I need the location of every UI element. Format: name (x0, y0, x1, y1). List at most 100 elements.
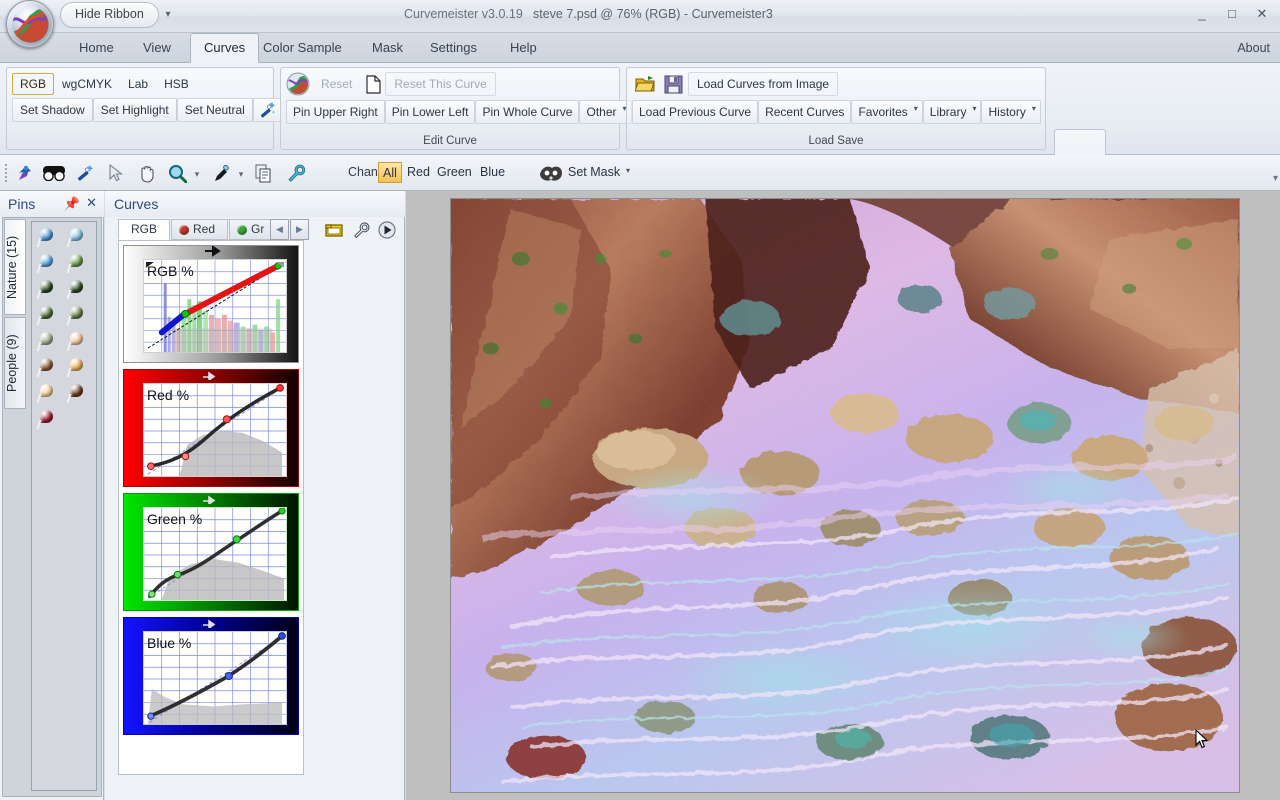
set-shadow-button[interactable]: Set Shadow (12, 98, 93, 122)
colorspace-lab-button[interactable]: Lab (120, 73, 156, 95)
reset-this-curve-button[interactable]: Reset This Curve (385, 72, 496, 96)
arrow-cursor-icon (1195, 729, 1209, 749)
set-mask-button[interactable]: Set Mask (568, 165, 620, 179)
chevron-down-icon[interactable]: ▾ (192, 169, 202, 180)
tab-settings[interactable]: Settings (417, 33, 490, 63)
application-orb-button[interactable] (6, 0, 54, 48)
toolbar-overflow-button[interactable]: ▾ (1273, 173, 1278, 184)
hand-pan-icon[interactable] (133, 160, 161, 186)
load-curves-from-image-button[interactable]: Load Curves from Image (688, 72, 839, 96)
new-page-icon[interactable] (363, 72, 383, 96)
floppy-save-icon[interactable] (661, 72, 685, 96)
image-canvas-area[interactable] (406, 191, 1280, 800)
open-folder-icon[interactable] (632, 72, 658, 96)
wrench-icon[interactable] (350, 220, 372, 240)
tab-curves[interactable]: Curves (190, 33, 260, 63)
pin-tool-icon[interactable] (10, 160, 38, 186)
pin-item[interactable] (34, 278, 64, 304)
tab-help[interactable]: Help (497, 33, 550, 63)
history-dropdown[interactable]: History ▾ (981, 100, 1041, 124)
pin-upper-right-button[interactable]: Pin Upper Right (286, 100, 385, 124)
chevron-down-icon[interactable]: ▾ (160, 7, 176, 23)
load-previous-curve-button[interactable]: Load Previous Curve (632, 100, 759, 124)
tab-color-sample[interactable]: Color Sample (250, 33, 355, 63)
magic-wand-icon[interactable] (70, 160, 98, 186)
close-icon[interactable]: ✕ (86, 195, 97, 211)
pin-item[interactable] (64, 278, 94, 304)
ribbon-body: RGB wgCMYK Lab HSB Set Shadow Set Highli… (0, 63, 1280, 215)
set-neutral-button[interactable]: Set Neutral (176, 98, 253, 122)
channel-green[interactable]: Green (433, 162, 476, 183)
blue-curve-label: Blue % (147, 635, 192, 651)
copy-icon[interactable] (250, 160, 278, 186)
folder-yellow-icon[interactable] (323, 220, 345, 240)
maximize-button[interactable]: □ (1218, 4, 1246, 24)
play-circle-icon[interactable] (376, 220, 398, 240)
pin-whole-curve-button[interactable]: Pin Whole Curve (475, 100, 580, 124)
pin-needle-icon (36, 394, 47, 403)
tab-mask[interactable]: Mask (359, 33, 416, 63)
recent-curves-button[interactable]: Recent Curves (758, 100, 852, 124)
wrench-icon[interactable] (282, 160, 310, 186)
pin-item[interactable] (64, 382, 94, 408)
pin-needle-icon (66, 290, 77, 299)
pin-item[interactable] (34, 330, 64, 356)
channel-all[interactable]: All (378, 162, 402, 183)
mask-icon[interactable] (538, 160, 564, 186)
green-channel-dot-icon (237, 224, 247, 235)
pin-item[interactable] (34, 356, 64, 382)
pin-needle-icon (36, 316, 47, 325)
curve-graph-green[interactable]: Green % (123, 493, 299, 611)
other-dropdown-button[interactable]: Other ▾ (579, 100, 632, 124)
pin-item[interactable] (64, 330, 94, 356)
favorites-dropdown[interactable]: Favorites ▾ (851, 100, 923, 124)
mask-glasses-icon[interactable] (40, 160, 68, 186)
about-link[interactable]: About (1237, 33, 1270, 63)
curve-graph-red[interactable]: Red % (123, 369, 299, 487)
pin-lower-left-button[interactable]: Pin Lower Left (384, 100, 476, 124)
curvemeister-orb-icon[interactable] (286, 72, 310, 96)
pin-item[interactable] (34, 252, 64, 278)
pin-needle-icon (36, 290, 47, 299)
pin-item[interactable] (64, 252, 94, 278)
colorspace-buttons: RGB wgCMYK Lab HSB (12, 73, 197, 95)
tab-home[interactable]: Home (66, 33, 127, 63)
reset-button[interactable]: Reset (312, 72, 361, 96)
chevron-down-icon[interactable]: ▾ (236, 169, 246, 180)
channel-blue[interactable]: Blue (476, 162, 509, 183)
curve-tab-red[interactable]: Red (171, 219, 228, 240)
tab-view[interactable]: View (130, 33, 184, 63)
pin-item[interactable] (34, 304, 64, 330)
pin-item[interactable] (64, 304, 94, 330)
close-button[interactable]: ✕ (1248, 4, 1276, 24)
eyedropper-icon[interactable] (208, 160, 236, 186)
zoom-magnifier-icon[interactable] (163, 160, 191, 186)
pin-item[interactable] (34, 382, 64, 408)
minimize-button[interactable]: _ (1188, 4, 1216, 24)
colorspace-rgb-button[interactable]: RGB (12, 73, 55, 95)
pin-item[interactable] (64, 356, 94, 382)
colorspace-wgcmyk-button[interactable]: wgCMYK (54, 73, 120, 95)
magic-wand-icon[interactable] (252, 98, 281, 122)
toolbar-grip[interactable] (4, 163, 8, 183)
chevron-left-icon[interactable]: ◀ (270, 219, 289, 240)
arrow-select-icon[interactable] (102, 160, 130, 186)
pin-item[interactable] (64, 226, 94, 252)
hide-ribbon-button[interactable]: Hide Ribbon (60, 2, 159, 28)
chevron-down-icon[interactable]: ▾ (626, 166, 630, 175)
pins-tab-nature[interactable]: Nature (15) (4, 219, 26, 315)
set-highlight-button[interactable]: Set Highlight (92, 98, 177, 122)
curve-graph-rgb[interactable]: RGB % (123, 245, 299, 363)
colorspace-hsb-button[interactable]: HSB (156, 73, 197, 95)
curve-graph-blue[interactable]: Blue % (123, 617, 299, 735)
pin-item[interactable] (34, 226, 64, 252)
chevron-right-icon[interactable]: ▶ (290, 219, 309, 240)
pin-item[interactable] (34, 408, 64, 434)
curve-tab-rgb[interactable]: RGB (118, 219, 170, 240)
curves-panel-body: RGB Red Gr ◀ ▶ RGB % Red % Green % Blue … (107, 217, 505, 800)
image-frame[interactable] (450, 198, 1240, 793)
library-dropdown[interactable]: Library ▾ (922, 100, 982, 124)
pins-tab-people[interactable]: People (9) (4, 317, 26, 409)
channel-red[interactable]: Red (403, 162, 434, 183)
pushpin-icon[interactable]: 📌 (64, 196, 80, 212)
